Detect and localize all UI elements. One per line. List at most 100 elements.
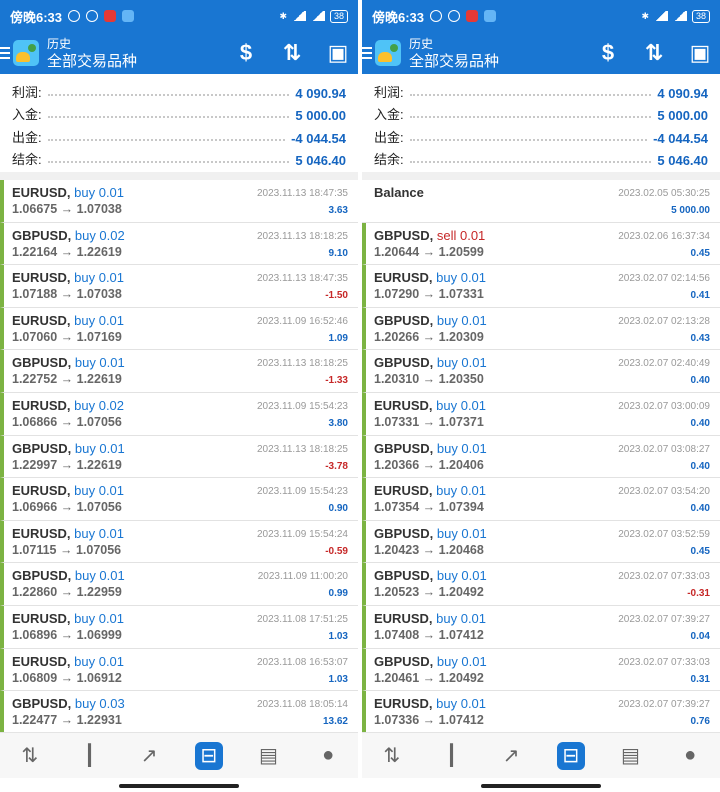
trade-symbol: GBPUSD, bbox=[12, 568, 72, 584]
upload-icon bbox=[484, 10, 497, 22]
trade-prices: 1.07115 → 1.07056 bbox=[12, 542, 122, 557]
trade-profit: -1.33 bbox=[325, 375, 348, 387]
summary-row-withdrawal: 出金: -4 044.54 bbox=[374, 123, 708, 146]
summary-label: 结余: bbox=[374, 152, 404, 167]
trade-symbol: GBPUSD, bbox=[374, 355, 434, 371]
home-indicator[interactable] bbox=[119, 784, 239, 788]
summary-value: 4 090.94 bbox=[657, 85, 708, 101]
messages-nav-icon[interactable]: ● bbox=[314, 742, 342, 770]
trade-side: buy 0.01 bbox=[74, 610, 125, 626]
trade-profit: -0.31 bbox=[687, 588, 710, 600]
history-screen-right: 傍晚6:33 ✱ 38 历史 全部交易品种 $ ⇅ ▣ 利润: 4 090.94 … bbox=[362, 0, 720, 792]
trade-row[interactable]: EURUSD, buy 0.01 1.06675 → 1.07038 2023.11… bbox=[0, 180, 358, 223]
summary-row-withdrawal: 出金: -4 044.54 bbox=[12, 123, 346, 146]
summary-label: 利润: bbox=[12, 84, 42, 100]
trade-row[interactable]: EURUSD, buy 0.01 1.07188 → 1.07038 2023.11… bbox=[0, 265, 358, 308]
quotes-nav-icon[interactable]: ⇅ bbox=[378, 742, 406, 770]
chart-nav-icon[interactable]: ┃ bbox=[75, 742, 103, 770]
sort-icon[interactable]: ⇅ bbox=[642, 40, 666, 66]
trade-profit: -1.50 bbox=[325, 290, 348, 302]
news-nav-icon[interactable]: ▤ bbox=[254, 742, 282, 770]
trade-profit: 1.03 bbox=[328, 630, 348, 642]
trade-row[interactable]: GBPUSD, buy 0.01 1.22752 → 1.22619 2023.11… bbox=[0, 350, 358, 393]
symbol-filter[interactable]: 全部交易品种 bbox=[47, 53, 137, 70]
trade-prices: 1.22860 → 1.22959 bbox=[12, 585, 122, 600]
dollar-sort-icon[interactable]: $ bbox=[596, 40, 620, 66]
sort-icon[interactable]: ⇅ bbox=[280, 40, 304, 66]
news-nav-icon[interactable]: ▤ bbox=[616, 742, 644, 770]
trade-profit: 0.90 bbox=[328, 503, 348, 515]
trade-nav-icon[interactable]: ↗ bbox=[135, 742, 163, 770]
trade-time: 2023.02.07 02:13:28 bbox=[618, 315, 710, 327]
trade-symbol: EURUSD, bbox=[374, 270, 433, 286]
trade-symbol: EURUSD, bbox=[12, 397, 71, 413]
summary-value: -4 044.54 bbox=[653, 130, 708, 146]
trade-nav-icon[interactable]: ↗ bbox=[497, 742, 525, 770]
trade-row[interactable]: GBPUSD, buy 0.02 1.22164 → 1.22619 2023.11… bbox=[0, 222, 358, 266]
messages-nav-icon[interactable]: ● bbox=[676, 742, 704, 770]
trade-time: 2023.11.08 16:53:07 bbox=[256, 656, 348, 668]
trade-row[interactable]: GBPUSD, buy 0.01 1.22997 → 1.22619 2023.11… bbox=[0, 435, 358, 479]
signal-4g-icon bbox=[672, 11, 687, 21]
trade-profit: 1.09 bbox=[328, 332, 348, 344]
signal-icon bbox=[653, 11, 668, 21]
history-nav-icon[interactable]: ⊟ bbox=[556, 741, 585, 770]
trade-row[interactable]: GBPUSD, buy 0.01 1.20266 → 1.20309 2023.02… bbox=[362, 307, 720, 351]
trade-row[interactable]: GBPUSD, buy 0.01 1.20310 → 1.20350 2023.02… bbox=[362, 350, 720, 393]
trade-row[interactable]: GBPUSD, buy 0.01 1.22860 → 1.22959 2023.11… bbox=[0, 563, 358, 606]
menu-icon[interactable] bbox=[0, 47, 10, 59]
chart-nav-icon[interactable]: ┃ bbox=[437, 742, 465, 770]
summary-label: 利润: bbox=[374, 84, 404, 100]
trade-row[interactable]: GBPUSD, sell 0.01 1.20644 → 1.20599 2023.0… bbox=[362, 222, 720, 266]
balance-entry[interactable]: Balance 2023.02.05 05:30:25 5 000.00 bbox=[362, 180, 720, 223]
trade-row[interactable]: EURUSD, buy 0.01 1.07060 → 1.07169 2023.11… bbox=[0, 307, 358, 351]
trade-time: 2023.11.13 18:18:25 bbox=[256, 443, 348, 455]
trade-prices: 1.07188 → 1.07038 bbox=[12, 287, 122, 302]
trade-row[interactable]: EURUSD, buy 0.01 1.07331 → 1.07371 2023.02… bbox=[362, 392, 720, 436]
trade-side: buy 0.01 bbox=[436, 483, 487, 499]
trade-row[interactable]: GBPUSD, buy 0.03 1.22477 → 1.22931 2023.11… bbox=[0, 691, 358, 734]
trade-row[interactable]: GBPUSD, buy 0.01 1.20423 → 1.20468 2023.02… bbox=[362, 520, 720, 564]
trade-profit: 3.63 bbox=[328, 205, 348, 216]
trade-side: buy 0.03 bbox=[74, 696, 125, 712]
battery-icon: 38 bbox=[691, 9, 710, 23]
quotes-nav-icon[interactable]: ⇅ bbox=[16, 742, 44, 770]
trade-time: 2023.02.05 05:30:25 bbox=[618, 188, 710, 199]
trade-time: 2023.02.07 03:00:09 bbox=[618, 400, 710, 412]
signal-4g-icon bbox=[310, 11, 325, 21]
history-nav-icon[interactable]: ⊟ bbox=[194, 741, 223, 770]
trade-side: sell 0.01 bbox=[436, 227, 486, 243]
calendar-icon[interactable]: ▣ bbox=[688, 40, 712, 66]
trade-row[interactable]: GBPUSD, buy 0.01 1.20366 → 1.20406 2023.02… bbox=[362, 435, 720, 479]
home-indicator[interactable] bbox=[481, 784, 601, 788]
trade-prices: 1.20523 → 1.20492 bbox=[374, 585, 484, 600]
trade-prices: 1.20310 → 1.20350 bbox=[374, 372, 484, 387]
calendar-icon[interactable]: ▣ bbox=[326, 40, 350, 66]
trade-row[interactable]: GBPUSD, buy 0.01 1.20461 → 1.20492 2023.02… bbox=[362, 648, 720, 692]
trade-time: 2023.02.07 07:33:03 bbox=[618, 571, 710, 583]
trade-row[interactable]: EURUSD, buy 0.01 1.06809 → 1.06912 2023.11… bbox=[0, 648, 358, 692]
trade-row[interactable]: EURUSD, buy 0.01 1.06896 → 1.06999 2023.11… bbox=[0, 605, 358, 649]
trade-row[interactable]: EURUSD, buy 0.01 1.07115 → 1.07056 2023.11… bbox=[0, 520, 358, 564]
trade-symbol: GBPUSD, bbox=[12, 227, 72, 243]
trade-side: buy 0.01 bbox=[436, 397, 487, 413]
trade-profit: 0.43 bbox=[690, 332, 710, 344]
trade-symbol: GBPUSD, bbox=[374, 525, 434, 541]
trade-row[interactable]: EURUSD, buy 0.02 1.06866 → 1.07056 2023.11… bbox=[0, 392, 358, 436]
signal-icon bbox=[291, 11, 306, 21]
summary-label: 出金: bbox=[374, 129, 404, 145]
symbol-filter[interactable]: 全部交易品种 bbox=[409, 53, 499, 70]
menu-icon[interactable] bbox=[362, 47, 372, 59]
trade-row[interactable]: EURUSD, buy 0.01 1.06966 → 1.07056 2023.11… bbox=[0, 478, 358, 521]
summary-label: 入金: bbox=[374, 107, 404, 122]
trade-row[interactable]: EURUSD, buy 0.01 1.07354 → 1.07394 2023.02… bbox=[362, 478, 720, 521]
trade-row[interactable]: EURUSD, buy 0.01 1.07408 → 1.07412 2023.02… bbox=[362, 605, 720, 649]
trade-list: GBPUSD, sell 0.01 1.20644 → 1.20599 2023.0… bbox=[362, 222, 720, 734]
trade-row[interactable]: EURUSD, buy 0.01 1.07336 → 1.07412 2023.02… bbox=[362, 691, 720, 734]
bluetooth-icon: ✱ bbox=[641, 10, 649, 21]
trade-symbol: GBPUSD, bbox=[12, 355, 72, 371]
trade-row[interactable]: EURUSD, buy 0.01 1.07290 → 1.07331 2023.02… bbox=[362, 265, 720, 308]
summary-value: 5 046.40 bbox=[657, 153, 708, 168]
trade-row[interactable]: GBPUSD, buy 0.01 1.20523 → 1.20492 2023.02… bbox=[362, 563, 720, 606]
dollar-sort-icon[interactable]: $ bbox=[234, 40, 258, 66]
